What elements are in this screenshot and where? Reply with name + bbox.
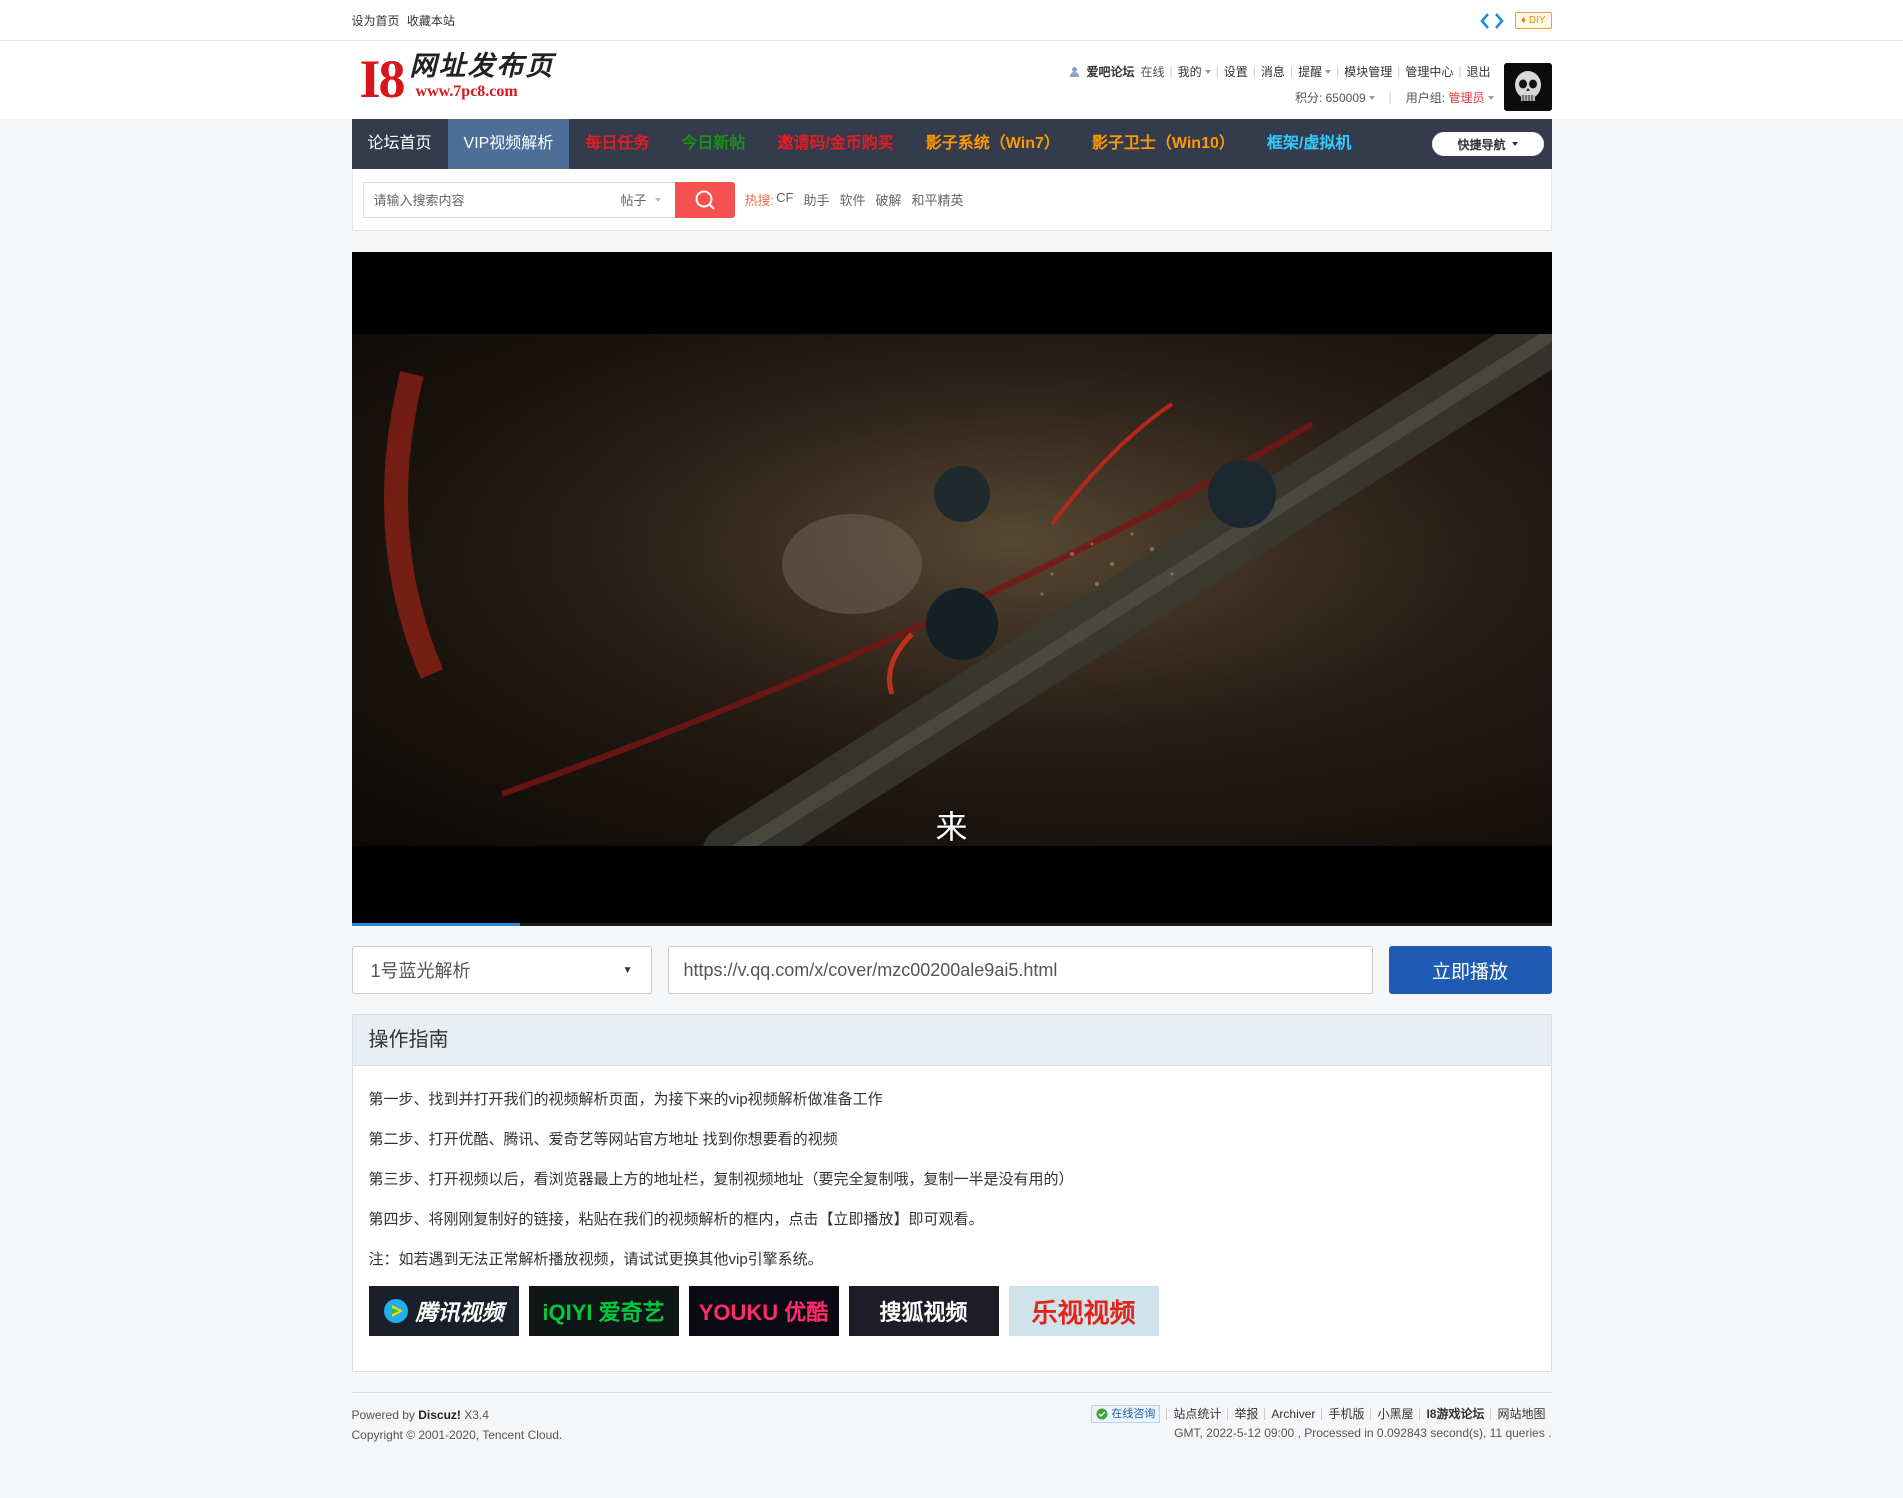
parser-select[interactable]: 1号蓝光解析 ▼ <box>351 946 652 994</box>
footer-link-blacklist[interactable]: 小黑屋 <box>1370 1408 1419 1420</box>
site-logo[interactable]: I8 网址发布页 www.7pc8.com <box>360 51 555 107</box>
chevron-down-icon <box>1204 70 1211 75</box>
quick-nav-label: 快捷导航 <box>1457 137 1506 152</box>
guide-panel: 操作指南 第一步、找到并打开我们的视频解析页面，为接下来的vip视频解析做准备工… <box>351 1014 1552 1372</box>
chat-icon <box>1096 1408 1108 1420</box>
play-now-button[interactable]: 立即播放 <box>1388 946 1552 994</box>
logo-i8: I8 <box>359 49 406 109</box>
user-menu: 爱吧论坛 在线 | 我的 | 设置 | 消息 | 提醒 | 模块管理 | 管理中… <box>1069 61 1494 108</box>
video-frame <box>351 334 1552 846</box>
chevron-down-icon <box>1487 96 1494 101</box>
footer-link-mobile[interactable]: 手机版 <box>1321 1408 1370 1420</box>
online-status[interactable]: 在线 <box>1138 63 1168 80</box>
nav-item-new-posts[interactable]: 今日新帖 <box>665 119 761 169</box>
nav-item-vip-video[interactable]: VIP视频解析 <box>447 119 570 169</box>
user-icon <box>1069 66 1080 77</box>
search-type-select[interactable]: 帖子 <box>620 181 675 218</box>
logo-url: www.7pc8.com <box>415 83 518 100</box>
nav-item-daily-tasks[interactable]: 每日任务 <box>569 119 665 169</box>
tencent-video-logo[interactable]: 腾讯视频 <box>368 1286 519 1336</box>
search-button[interactable] <box>674 181 735 218</box>
settings-link[interactable]: 设置 <box>1221 63 1251 80</box>
video-subtitle: 来 <box>935 808 968 846</box>
hot-searches: 热搜: CF 助手 软件 破解 和平精英 <box>745 190 964 209</box>
video-url-input[interactable]: https://v.qq.com/x/cover/mzc00200ale9ai5… <box>667 946 1373 994</box>
chevron-down-icon: ▼ <box>622 964 633 976</box>
iqiyi-logo[interactable]: iQIYI 爱奇艺 <box>528 1286 679 1336</box>
nav-item-shadow-win7[interactable]: 影子系统（Win7） <box>910 119 1076 169</box>
avatar[interactable] <box>1503 63 1552 111</box>
play-icon <box>383 1298 409 1324</box>
messages-link[interactable]: 消息 <box>1258 63 1288 80</box>
footer-link-i8-games[interactable]: I8游戏论坛 <box>1419 1408 1490 1420</box>
diy-button[interactable]: ♦ DIY <box>1514 12 1552 29</box>
footer-link-archiver[interactable]: Archiver <box>1264 1408 1321 1420</box>
hot-search-cf[interactable]: CF <box>776 190 793 209</box>
nav-item-invite-code[interactable]: 邀请码/金币购买 <box>761 119 909 169</box>
letv-logo[interactable]: 乐视视频 <box>1008 1286 1159 1336</box>
guide-step-3: 第三步、打开视频以后，看浏览器最上方的地址栏，复制视频地址（要完全复制哦，复制一… <box>368 1171 1074 1188</box>
copyright: Copyright © 2001-2020, Tencent Cloud. <box>351 1428 563 1442</box>
search-icon <box>695 190 715 210</box>
admin-center-link[interactable]: 管理中心 <box>1402 63 1456 80</box>
quick-nav-button[interactable]: 快捷导航 <box>1431 132 1544 156</box>
hot-search-label: 热搜: <box>744 193 775 208</box>
online-consult-button[interactable]: 在线咨询 <box>1091 1405 1161 1423</box>
footer-link-report[interactable]: 举报 <box>1227 1408 1264 1420</box>
search-bar: 请输入搜索内容 帖子 热搜: CF 助手 软件 破解 和平精英 <box>351 169 1552 231</box>
guide-note: 注：如若遇到无法正常解析播放视频，请试试更换其他vip引擎系统。 <box>368 1251 823 1268</box>
bookmark-link[interactable]: 收藏本站 <box>407 14 455 28</box>
chevron-down-icon <box>654 197 661 202</box>
search-input[interactable]: 请输入搜索内容 <box>362 181 621 218</box>
video-progress-bar[interactable] <box>351 923 1552 926</box>
sohu-video-logo[interactable]: 搜狐视频 <box>848 1286 999 1336</box>
nav-item-home[interactable]: 论坛首页 <box>352 119 448 169</box>
usergroup-menu[interactable]: 用户组: 管理员 <box>1406 89 1494 106</box>
video-player[interactable]: 来 <box>351 252 1552 926</box>
guide-step-4: 第四步、将刚刚复制好的链接，粘贴在我们的视频解析的框内，点击【立即播放】即可观看… <box>368 1211 984 1228</box>
hot-search-crack[interactable]: 破解 <box>876 190 902 209</box>
chevron-down-icon <box>1511 142 1518 146</box>
code-toggle-icon[interactable] <box>1479 10 1505 32</box>
logout-link[interactable]: 退出 <box>1463 63 1493 80</box>
points-menu[interactable]: 积分: 650009 <box>1295 89 1375 106</box>
parse-controls: 1号蓝光解析 ▼ https://v.qq.com/x/cover/mzc002… <box>351 946 1552 994</box>
chevron-down-icon <box>1368 96 1375 101</box>
set-home-link[interactable]: 设为首页 <box>352 14 400 28</box>
toolbar-links: 设为首页 收藏本站 <box>352 12 459 29</box>
diy-label: DIY <box>1528 15 1546 26</box>
youku-logo[interactable]: YOUKU 优酷 <box>688 1286 839 1336</box>
hot-search-peace-elite[interactable]: 和平精英 <box>912 190 964 209</box>
footer-link-stats[interactable]: 站点统计 <box>1166 1408 1227 1420</box>
diamond-icon: ♦ <box>1520 15 1527 26</box>
my-menu[interactable]: 我的 <box>1175 63 1214 80</box>
header: I8 网址发布页 www.7pc8.com 爱吧论坛 在线 | 我的 | 设置 … <box>0 41 1903 119</box>
hot-search-software[interactable]: 软件 <box>839 190 865 209</box>
nav-item-shadow-win10[interactable]: 影子卫士（Win10） <box>1076 119 1251 169</box>
guide-title: 操作指南 <box>352 1015 1551 1066</box>
powered-by: Powered by Discuz! X3.4 <box>351 1408 489 1422</box>
video-progress-fill <box>351 923 520 926</box>
parser-select-value: 1号蓝光解析 <box>370 961 471 981</box>
username-link[interactable]: 爱吧论坛 <box>1083 63 1137 80</box>
main-nav: 论坛首页 VIP视频解析 每日任务 今日新帖 邀请码/金币购买 影子系统（Win… <box>351 119 1552 169</box>
platform-logos: 腾讯视频 iQIYI 爱奇艺 YOUKU 优酷 搜狐视频 乐视视频 <box>368 1286 1535 1336</box>
footer-stats: GMT, 2022-5-12 09:00 , Processed in 0.09… <box>1174 1426 1552 1440</box>
top-toolbar: 设为首页 收藏本站 ♦ DIY <box>0 0 1903 41</box>
footer: Powered by Discuz! X3.4 Copyright © 2001… <box>351 1392 1552 1472</box>
usergroup-label: 用户组: <box>1405 90 1446 105</box>
guide-step-2: 第二步、打开优酷、腾讯、爱奇艺等网站官方地址 找到你想要看的视频 <box>368 1131 838 1148</box>
module-manage-link[interactable]: 模块管理 <box>1341 63 1395 80</box>
footer-link-sitemap[interactable]: 网站地图 <box>1490 1408 1551 1420</box>
usergroup-value: 管理员 <box>1448 90 1485 105</box>
logo-title: 网址发布页 <box>409 51 555 82</box>
notifications-menu[interactable]: 提醒 <box>1295 63 1334 80</box>
hot-search-helper[interactable]: 助手 <box>803 190 829 209</box>
chevron-down-icon <box>1325 70 1332 75</box>
discuz-link[interactable]: Discuz! <box>418 1408 461 1422</box>
nav-item-vm[interactable]: 框架/虚拟机 <box>1251 119 1367 169</box>
guide-step-1: 第一步、找到并打开我们的视频解析页面，为接下来的vip视频解析做准备工作 <box>368 1091 883 1108</box>
